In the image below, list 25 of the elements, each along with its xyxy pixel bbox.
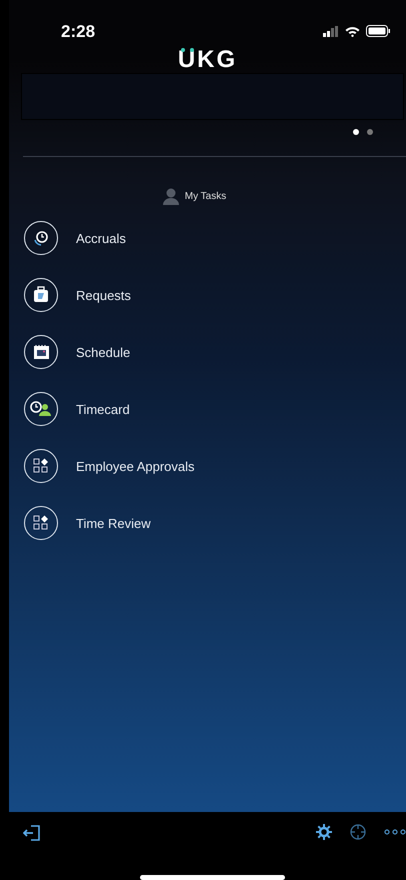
section-title: My Tasks [184, 191, 226, 202]
person-icon [162, 188, 179, 205]
clock-person-icon [30, 401, 52, 417]
signal-icon [323, 26, 339, 36]
page-dot[interactable] [353, 129, 359, 135]
calendar-icon [32, 344, 50, 360]
page-dot[interactable] [367, 129, 373, 135]
settings-icon[interactable] [316, 824, 332, 840]
task-item[interactable]: Schedule [24, 335, 406, 369]
task-item[interactable]: Timecard [24, 392, 406, 426]
task-item[interactable]: Requests [24, 278, 406, 312]
wifi-icon [345, 26, 360, 36]
clock-icon [33, 230, 49, 246]
logo: UKG [178, 46, 238, 73]
task-item[interactable]: Employee Approvals [24, 449, 406, 483]
grid-diamond-icon [33, 458, 49, 474]
more-icon[interactable] [384, 829, 406, 835]
suitcase-icon [32, 286, 50, 304]
grid-diamond-icon [33, 515, 49, 531]
crosshair-icon[interactable] [350, 824, 366, 840]
task-item[interactable]: Time Review [24, 506, 406, 540]
status-time: 2:28 [61, 22, 96, 42]
logout-icon[interactable] [23, 824, 41, 842]
battery-icon [366, 25, 390, 37]
task-item[interactable]: Accruals [24, 221, 406, 255]
